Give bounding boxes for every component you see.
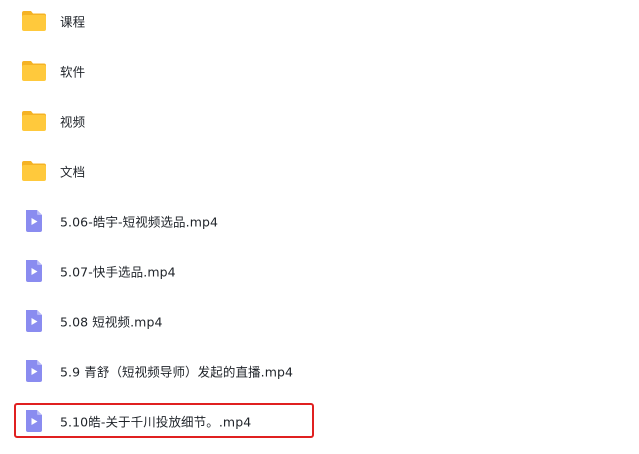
file-row-folder-software[interactable]: 软件 xyxy=(0,46,639,96)
file-name: 视频 xyxy=(60,114,86,130)
file-row-folder-videos[interactable]: 视频 xyxy=(0,96,639,146)
folder-icon xyxy=(22,61,46,81)
video-file-icon xyxy=(26,310,42,332)
file-name: 软件 xyxy=(60,64,86,80)
file-name: 5.07-快手选品.mp4 xyxy=(60,264,176,280)
file-name: 5.9 青舒（短视频导师）发起的直播.mp4 xyxy=(60,364,294,380)
file-row-video[interactable]: 5.08 短视频.mp4 xyxy=(0,296,639,346)
video-file-icon xyxy=(26,410,42,432)
file-row-video-highlighted[interactable]: 5.10皓-关于千川投放细节。.mp4 xyxy=(0,396,639,446)
video-file-icon xyxy=(26,360,42,382)
file-name: 文档 xyxy=(60,164,86,180)
folder-icon xyxy=(22,11,46,31)
file-row-video[interactable]: 5.06-皓宇-短视频选品.mp4 xyxy=(0,196,639,246)
file-row-folder-documents[interactable]: 文档 xyxy=(0,146,639,196)
file-name: 课程 xyxy=(60,14,86,30)
folder-icon xyxy=(22,161,46,181)
video-file-icon xyxy=(26,210,42,232)
file-name: 5.10皓-关于千川投放细节。.mp4 xyxy=(60,414,252,430)
file-row-folder-courses[interactable]: 课程 xyxy=(0,0,639,46)
folder-icon xyxy=(22,111,46,131)
file-row-video[interactable]: 5.9 青舒（短视频导师）发起的直播.mp4 xyxy=(0,346,639,396)
file-name: 5.08 短视频.mp4 xyxy=(60,314,163,330)
file-name: 5.06-皓宇-短视频选品.mp4 xyxy=(60,214,219,230)
file-row-video[interactable]: 5.07-快手选品.mp4 xyxy=(0,246,639,296)
file-list: 课程 软件 视频 文档 5.06-皓宇-短视频选品.mp4 5.07-快手选品.… xyxy=(0,0,639,454)
video-file-icon xyxy=(26,260,42,282)
